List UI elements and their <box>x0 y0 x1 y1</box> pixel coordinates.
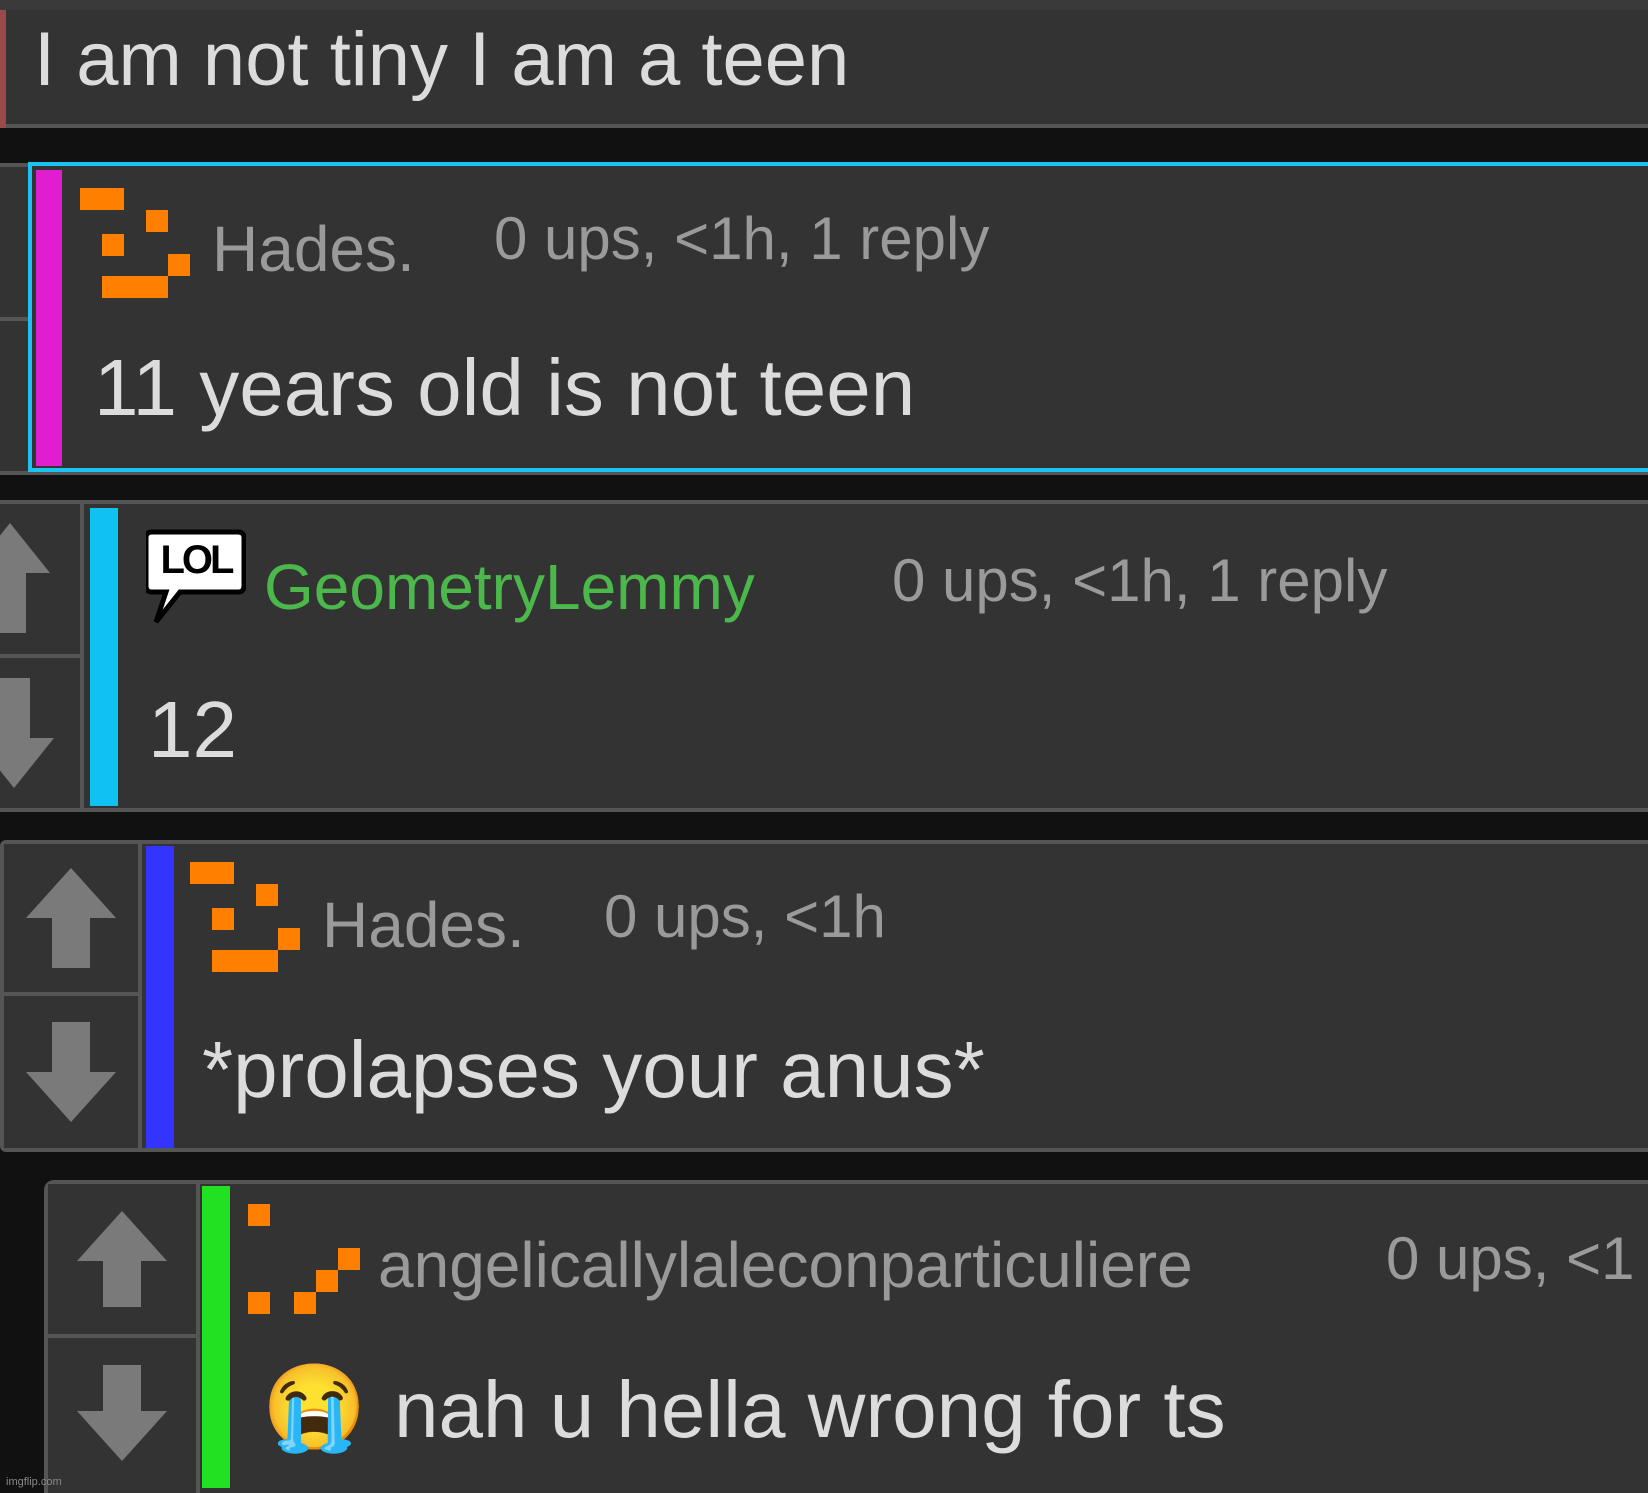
vote-column <box>0 504 84 808</box>
comment-depth-bar <box>0 10 6 128</box>
comment-top: I am not tiny I am a teen <box>0 0 1648 128</box>
up-arrow-icon <box>26 868 116 968</box>
lol-badge-label: LOL <box>160 538 235 582</box>
downvote-button[interactable] <box>48 1338 196 1488</box>
watermark: imgflip.com <box>6 1476 62 1488</box>
comment-body: 12 <box>148 685 237 774</box>
down-arrow-icon <box>77 1365 167 1461</box>
comment-username[interactable]: Hades. <box>212 212 415 286</box>
comment-username[interactable]: angelicallylaleconparticuliere <box>378 1228 1193 1302</box>
comment-highlight-frame: Hades. 0 ups, <1h, 1 reply 11 years old … <box>28 162 1648 472</box>
comment-body: nah u hella wrong for ts <box>394 1365 1226 1454</box>
downvote-button[interactable] <box>4 996 138 1148</box>
comment-body: *prolapses your anus* <box>202 1025 985 1114</box>
up-arrow-icon <box>0 523 50 633</box>
comment-depth-bar <box>90 508 118 806</box>
pixel-check-icon <box>248 1204 368 1314</box>
comment-username[interactable]: Hades. <box>322 888 525 962</box>
comment-depth-bar <box>146 846 174 1148</box>
vote-divider <box>0 317 30 321</box>
upvote-button[interactable] <box>48 1184 196 1334</box>
comment-meta: 0 ups, <1h <box>604 883 886 950</box>
comment-username[interactable]: GeometryLemmy <box>264 550 755 624</box>
comment-depth-bar <box>202 1186 230 1488</box>
comment-card-geometrylemmy <box>0 500 1648 812</box>
comment-meta: 0 ups, <1 <box>1386 1225 1635 1292</box>
pixel-smile-icon <box>80 188 200 308</box>
comment-meta: 0 ups, <1h, 1 reply <box>892 547 1388 614</box>
downvote-button[interactable] <box>0 658 80 808</box>
vote-column <box>4 844 142 1148</box>
up-arrow-icon <box>77 1211 167 1307</box>
upvote-button[interactable] <box>0 504 80 652</box>
down-arrow-icon <box>26 1022 116 1122</box>
comment-body: 11 years old is not teen <box>94 343 916 432</box>
upvote-button[interactable] <box>4 844 138 992</box>
comment-meta: 0 ups, <1h, 1 reply <box>494 205 990 272</box>
crying-face-emoji: 😭 <box>262 1360 367 1454</box>
pixel-smile-icon <box>190 862 310 982</box>
lol-speech-bubble-icon: LOL <box>143 528 247 628</box>
down-arrow-icon <box>0 678 54 788</box>
comment-body: I am not tiny I am a teen <box>34 17 850 102</box>
vote-column <box>48 1184 200 1493</box>
comment-depth-bar <box>36 170 62 466</box>
